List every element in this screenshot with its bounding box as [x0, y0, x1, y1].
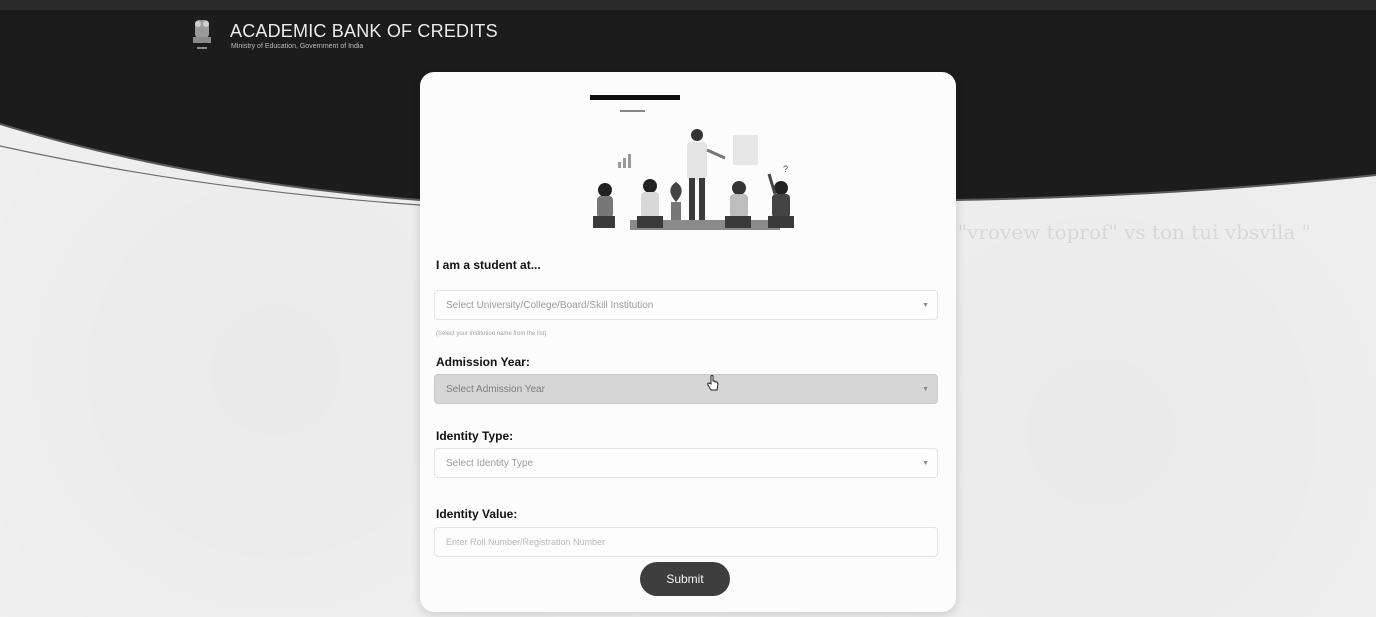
- background-bleed-text: ar "vrovew toprof" vs ton tui vbsvila ": [930, 220, 1311, 244]
- chevron-down-icon: ▼: [922, 302, 929, 309]
- institution-helper-text: (Select your institution name from the l…: [436, 331, 547, 337]
- identity-value-label: Identity Value:: [436, 507, 518, 521]
- brand-subtitle: Ministry of Education, Government of Ind…: [231, 43, 364, 50]
- national-emblem-icon: [193, 20, 211, 49]
- admission-year-select-placeholder: Select Admission Year: [446, 383, 545, 395]
- student-at-label: I am a student at...: [436, 258, 541, 272]
- chevron-down-icon: ▼: [922, 460, 929, 467]
- identity-type-label: Identity Type:: [436, 429, 514, 443]
- identity-type-select-placeholder: Select Identity Type: [446, 457, 534, 469]
- brand-title: ACADEMIC BANK OF CREDITS: [230, 21, 498, 41]
- admission-year-label: Admission Year:: [436, 355, 530, 369]
- svg-text:?: ?: [783, 164, 788, 174]
- admission-year-select[interactable]: Select Admission Year ▼: [434, 374, 938, 404]
- submit-button[interactable]: Submit: [640, 562, 730, 596]
- registration-card: ? I am a student at... Select University…: [420, 72, 956, 612]
- chevron-down-icon: ▼: [922, 386, 929, 393]
- identity-value-input[interactable]: [434, 527, 938, 557]
- hand-pointer-icon: [707, 375, 719, 391]
- identity-type-select[interactable]: Select Identity Type ▼: [434, 448, 938, 478]
- institution-select[interactable]: Select University/College/Board/Skill In…: [434, 290, 938, 320]
- classroom-illustration: ?: [590, 95, 794, 230]
- institution-select-placeholder: Select University/College/Board/Skill In…: [446, 299, 654, 311]
